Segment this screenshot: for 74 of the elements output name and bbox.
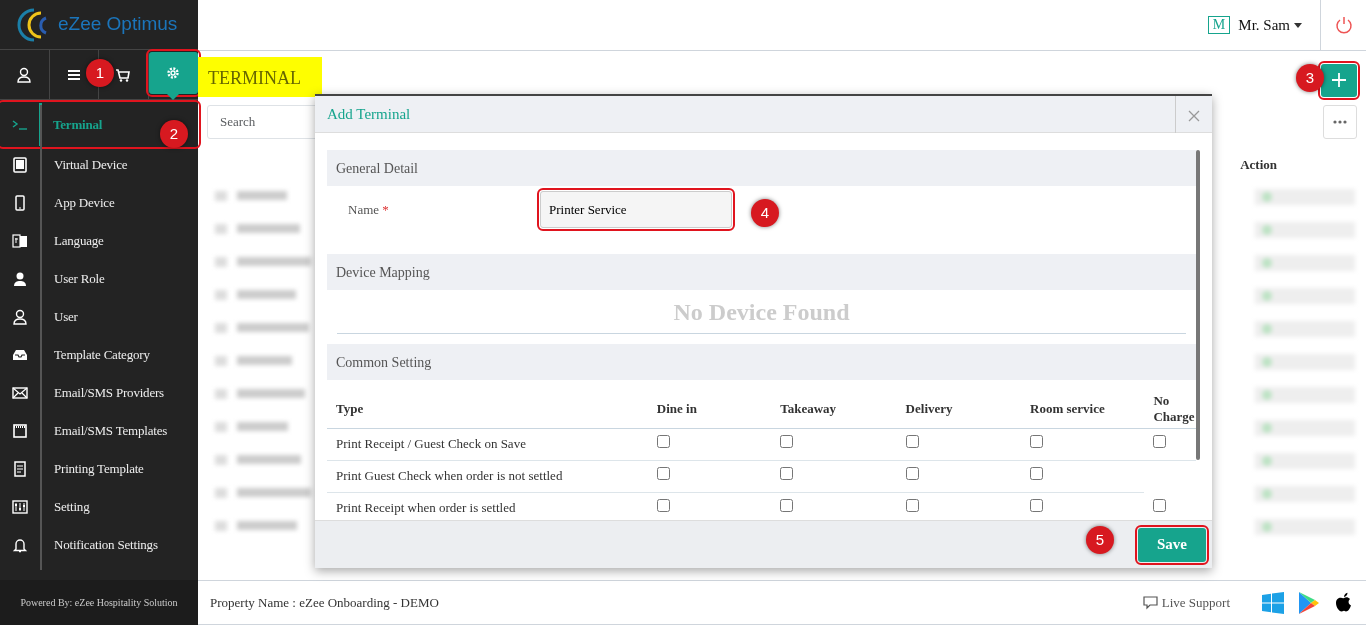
plus-icon xyxy=(1331,72,1347,88)
checkbox[interactable] xyxy=(780,499,794,513)
column-header: Room service xyxy=(1030,400,1105,416)
user-icon xyxy=(12,309,28,325)
calendar-icon xyxy=(12,423,28,439)
column-header: Action xyxy=(1240,157,1277,172)
checkbox[interactable] xyxy=(656,467,670,481)
live-support-link[interactable]: Live Support xyxy=(1161,592,1230,613)
section-header: Common Setting xyxy=(336,353,432,372)
section-header: General Detail xyxy=(336,159,418,178)
dialog-title: Add Terminal xyxy=(326,104,411,124)
mail-icon xyxy=(12,385,28,401)
add-button[interactable] xyxy=(1321,63,1357,97)
checkbox[interactable] xyxy=(905,499,919,513)
chat-icon xyxy=(1142,595,1158,610)
sidebar-item[interactable]: User xyxy=(0,298,198,336)
checkbox[interactable] xyxy=(1030,467,1043,481)
sidebar-item[interactable]: Virtual Device xyxy=(0,146,198,184)
caret-icon xyxy=(1294,22,1302,28)
table-cell: Print Guest Check when order is not settled xyxy=(336,468,563,484)
apple-icon[interactable] xyxy=(1334,591,1354,614)
name-field[interactable]: Printer Service xyxy=(540,191,732,228)
inbox-icon xyxy=(12,347,28,363)
column-header: Delivery xyxy=(905,400,953,416)
checkbox[interactable] xyxy=(905,435,919,449)
property-name: Property Name : eZee Onboarding - DEMO xyxy=(210,593,439,612)
user-initial-badge: M xyxy=(1207,16,1231,34)
table-cell: Print Receipt / Guest Check on Save xyxy=(336,436,526,452)
checkbox[interactable] xyxy=(656,499,670,513)
user-icon xyxy=(16,66,33,83)
bell-icon xyxy=(12,537,28,553)
more-icon xyxy=(1333,120,1347,124)
phone-icon xyxy=(12,195,28,211)
sidebar-item[interactable]: Notification Settings xyxy=(0,526,198,564)
document-icon xyxy=(12,461,28,477)
windows-icon[interactable] xyxy=(1262,591,1284,614)
settings-icon xyxy=(165,65,182,81)
scrollbar[interactable] xyxy=(1196,150,1200,460)
sidebar-item[interactable]: User Role xyxy=(0,260,198,298)
checkbox[interactable] xyxy=(780,435,794,449)
checkbox[interactable] xyxy=(1030,499,1043,513)
sidebar-item[interactable]: App Device xyxy=(0,184,198,222)
page-title: TERMINAL xyxy=(198,57,322,97)
power-icon[interactable] xyxy=(1334,16,1353,34)
user-menu[interactable]: Mr. Sam xyxy=(1238,13,1302,37)
language-icon xyxy=(12,233,28,249)
checkbox[interactable] xyxy=(656,435,670,449)
column-header: Type xyxy=(336,400,364,416)
sliders-icon xyxy=(12,499,28,515)
column-header: Takeaway xyxy=(780,400,837,416)
checkbox[interactable] xyxy=(780,467,794,481)
table-cell: Print Receipt when order is settled xyxy=(336,500,516,516)
logo-text: eZee Optimus xyxy=(58,12,178,37)
checkbox[interactable] xyxy=(1030,435,1043,449)
play-store-icon[interactable] xyxy=(1298,590,1320,615)
checkbox[interactable] xyxy=(1153,499,1167,512)
checkbox[interactable] xyxy=(905,467,919,481)
close-icon xyxy=(1188,110,1200,123)
column-header: No Charge xyxy=(1153,392,1195,424)
step-tooltip: 3 xyxy=(1296,64,1324,92)
sidebar-item[interactable]: Template Category xyxy=(0,336,198,374)
sidebar-item[interactable]: Language xyxy=(0,222,198,260)
powered-by-text: Powered By: eZee Hospitality Solution xyxy=(20,596,178,610)
tablet-icon xyxy=(12,157,28,173)
checkbox[interactable] xyxy=(1153,435,1167,449)
section-header: Device Mapping xyxy=(336,263,430,282)
field-label: Name * xyxy=(348,200,390,219)
sidebar-item[interactable]: Email/SMS Templates xyxy=(0,412,198,450)
person-icon xyxy=(12,271,28,287)
column-header: Dine in xyxy=(656,400,697,416)
cart-icon xyxy=(115,66,132,83)
sidebar-item[interactable]: Setting xyxy=(0,488,198,526)
sidebar-item[interactable]: Printing Template xyxy=(0,450,198,488)
sidebar-item[interactable]: Email/SMS Providers xyxy=(0,374,198,412)
